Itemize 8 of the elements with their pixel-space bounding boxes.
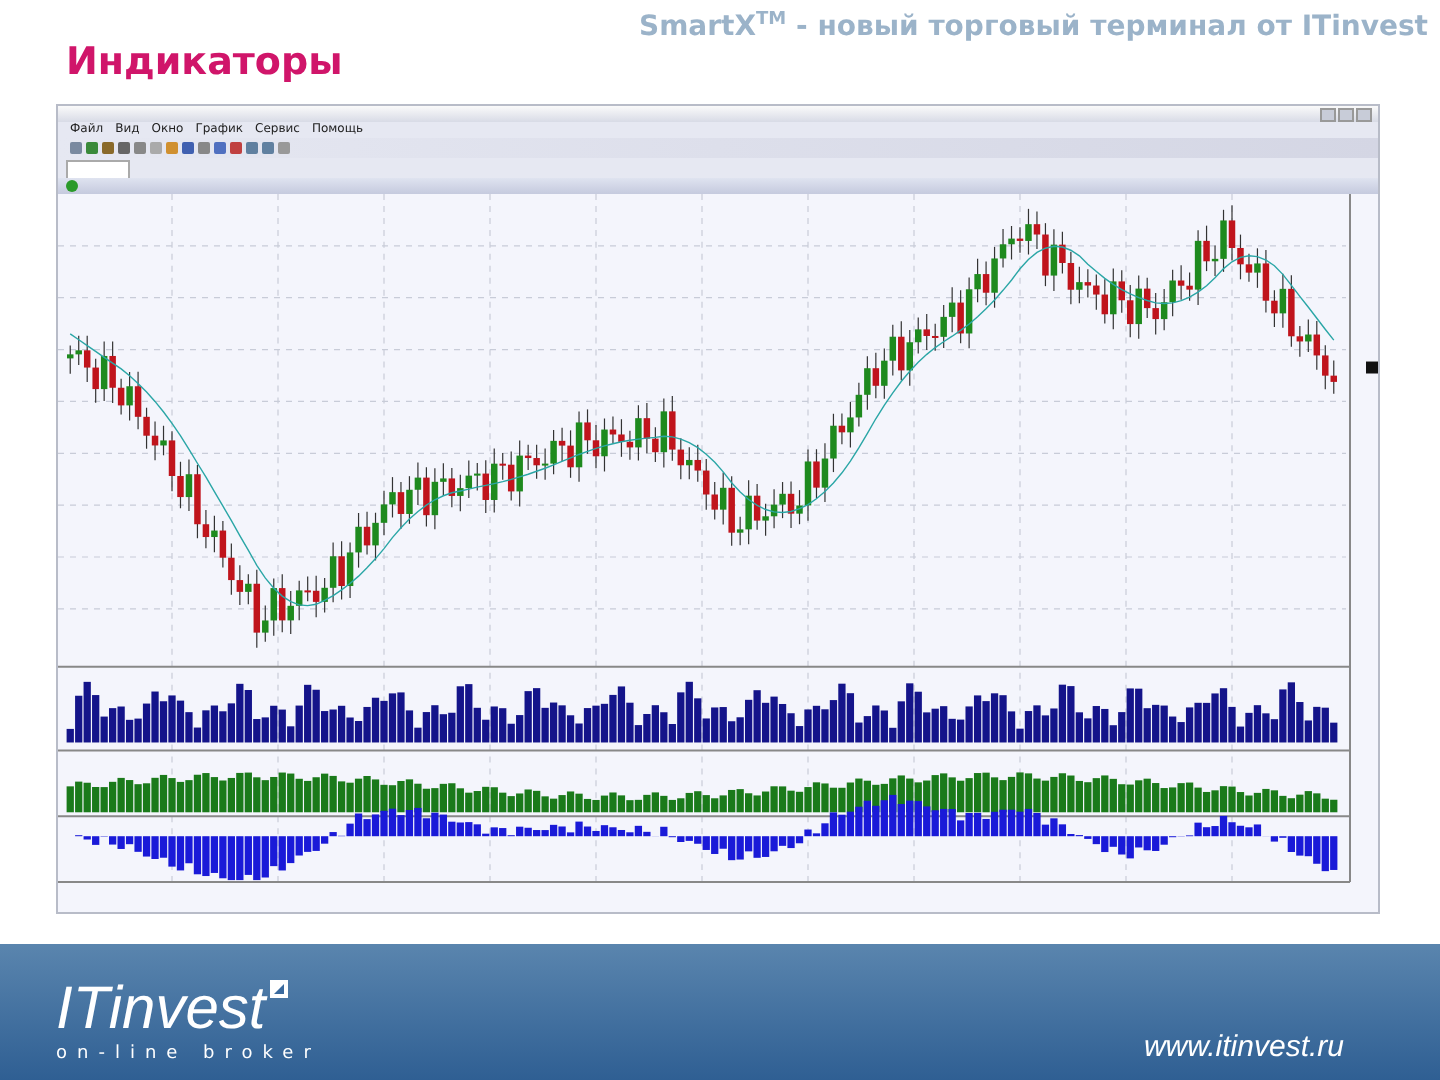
logo-text: ITinvest — [56, 980, 266, 1040]
status-icon — [66, 180, 78, 192]
slide-title: Индикаторы — [66, 40, 343, 84]
logo-tagline: on-line broker — [56, 1044, 321, 1064]
tab[interactable] — [66, 160, 130, 178]
slide-header: SmartX$^{TM}$ - новый торговый терминал от ITinvest — [639, 10, 1428, 44]
logo-mark-icon — [269, 980, 288, 998]
website-url: www.itinvest.ru — [1143, 1030, 1344, 1064]
